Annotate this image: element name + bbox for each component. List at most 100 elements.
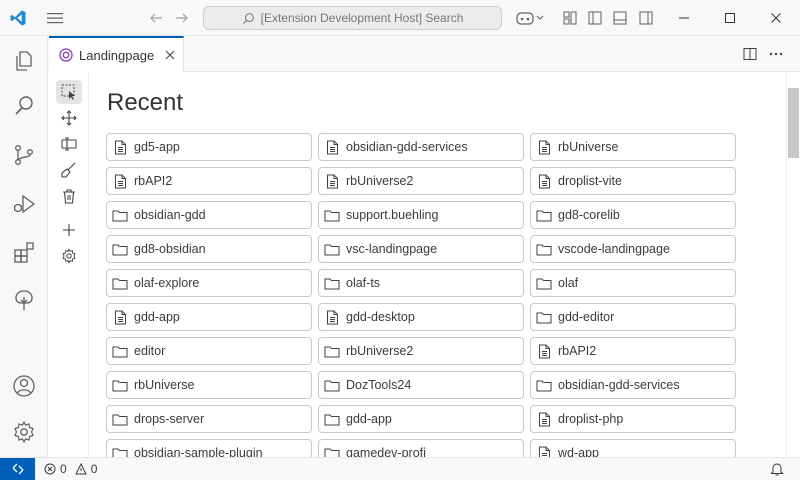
recent-item[interactable]: vsc-landingpage (318, 235, 524, 263)
status-bar: 0 0 (0, 457, 800, 480)
manage-gear-icon[interactable] (0, 410, 48, 454)
file-icon (535, 446, 553, 457)
recent-item[interactable]: gdd-app (318, 405, 524, 433)
delete-tool-icon[interactable] (56, 184, 82, 208)
add-tool-icon[interactable] (56, 218, 82, 242)
command-center-search[interactable]: [Extension Development Host] Search (203, 6, 502, 30)
folder-icon (323, 413, 341, 426)
folder-icon (111, 243, 129, 256)
brush-tool-icon[interactable] (56, 158, 82, 182)
tree-icon[interactable] (0, 278, 48, 322)
folder-icon (323, 277, 341, 290)
recent-item[interactable]: gamedev-profi (318, 439, 524, 457)
folder-icon (111, 379, 129, 392)
toggle-panel-icon[interactable] (610, 8, 630, 28)
accounts-icon[interactable] (0, 364, 48, 408)
maximize-icon[interactable] (718, 8, 742, 28)
folder-icon (535, 379, 553, 392)
recent-item[interactable]: rbUniverse (106, 371, 312, 399)
recent-item[interactable]: gdd-editor (530, 303, 736, 331)
scrollbar-thumb[interactable] (788, 88, 799, 158)
recent-item[interactable]: gd8-obsidian (106, 235, 312, 263)
vertical-scrollbar[interactable] (786, 72, 800, 457)
recent-item-label: olaf (558, 276, 579, 290)
recent-item[interactable]: olaf-ts (318, 269, 524, 297)
recent-item[interactable]: gd8-corelib (530, 201, 736, 229)
recent-item[interactable]: vscode-landingpage (530, 235, 736, 263)
folder-icon (323, 243, 341, 256)
folder-icon (111, 345, 129, 358)
recent-item[interactable]: gdd-app (106, 303, 312, 331)
activity-bar (0, 36, 48, 457)
customize-layout-icon[interactable] (560, 8, 580, 28)
recent-item[interactable]: droplist-vite (530, 167, 736, 195)
recent-item[interactable]: rbUniverse (530, 133, 736, 161)
rename-tool-icon[interactable] (56, 132, 82, 156)
recent-item-label: obsidian-gdd-services (346, 140, 468, 154)
tab-landingpage[interactable]: Landingpage (49, 36, 184, 72)
recent-item-label: droplist-vite (558, 174, 622, 188)
copilot-icon[interactable] (514, 8, 546, 28)
recent-item-label: gdd-editor (558, 310, 615, 324)
recent-item[interactable]: editor (106, 337, 312, 365)
recent-item[interactable]: wd-app (530, 439, 736, 457)
recent-item[interactable]: rbUniverse2 (318, 167, 524, 195)
recent-item-label: olaf-explore (134, 276, 200, 290)
recent-item[interactable]: gd5-app (106, 133, 312, 161)
recent-item-label: gd8-corelib (558, 208, 620, 222)
forward-arrow-icon[interactable] (172, 8, 192, 28)
more-actions-icon[interactable] (766, 44, 786, 64)
split-editor-icon[interactable] (740, 44, 760, 64)
toggle-primary-sidebar-icon[interactable] (585, 8, 605, 28)
file-icon (323, 310, 341, 325)
recent-item[interactable]: DozTools24 (318, 371, 524, 399)
error-count: 0 (60, 462, 67, 476)
recent-item[interactable]: rbAPI2 (106, 167, 312, 195)
recent-item[interactable]: obsidian-gdd-services (318, 133, 524, 161)
editor-tab-bar: Landingpage (48, 36, 800, 72)
recent-item[interactable]: obsidian-gdd (106, 201, 312, 229)
recent-item[interactable]: drops-server (106, 405, 312, 433)
file-icon (111, 174, 129, 189)
recent-item-label: gdd-app (346, 412, 392, 426)
run-debug-icon[interactable] (0, 182, 48, 226)
recent-item[interactable]: droplist-php (530, 405, 736, 433)
notifications-bell-icon[interactable] (770, 461, 784, 477)
recent-item-label: obsidian-gdd-services (558, 378, 680, 392)
title-bar: [Extension Development Host] Search (0, 0, 800, 36)
recent-item[interactable]: support.buehling (318, 201, 524, 229)
problems-indicator[interactable]: 0 0 (44, 458, 97, 480)
explorer-icon[interactable] (0, 39, 48, 83)
file-icon (323, 174, 341, 189)
close-window-icon[interactable] (764, 8, 788, 28)
landingpage-toolbar (56, 80, 82, 270)
recent-item[interactable]: obsidian-sample-plugin (106, 439, 312, 457)
warning-count: 0 (90, 462, 98, 476)
recent-item-label: DozTools24 (346, 378, 412, 392)
file-icon (111, 140, 129, 155)
extensions-icon[interactable] (0, 230, 48, 274)
settings-tool-icon[interactable] (56, 244, 82, 268)
file-icon (535, 140, 553, 155)
select-tool-icon[interactable] (56, 80, 82, 104)
source-control-icon[interactable] (0, 133, 48, 177)
file-icon (323, 140, 341, 155)
menu-hamburger-icon[interactable] (44, 8, 66, 28)
move-tool-icon[interactable] (56, 106, 82, 130)
toggle-secondary-sidebar-icon[interactable] (636, 8, 656, 28)
folder-icon (111, 209, 129, 222)
remote-indicator-icon[interactable] (0, 458, 35, 480)
recent-item[interactable]: rbUniverse2 (318, 337, 524, 365)
folder-icon (111, 277, 129, 290)
close-tab-icon[interactable] (165, 50, 175, 60)
recent-item[interactable]: olaf-explore (106, 269, 312, 297)
recent-item[interactable]: olaf (530, 269, 736, 297)
recent-item[interactable]: obsidian-gdd-services (530, 371, 736, 399)
back-arrow-icon[interactable] (146, 8, 166, 28)
minimize-icon[interactable] (672, 8, 696, 28)
recent-item[interactable]: rbAPI2 (530, 337, 736, 365)
recent-item[interactable]: gdd-desktop (318, 303, 524, 331)
search-activity-icon[interactable] (0, 84, 48, 128)
recent-item-label: gamedev-profi (346, 446, 426, 457)
folder-icon (535, 209, 553, 222)
